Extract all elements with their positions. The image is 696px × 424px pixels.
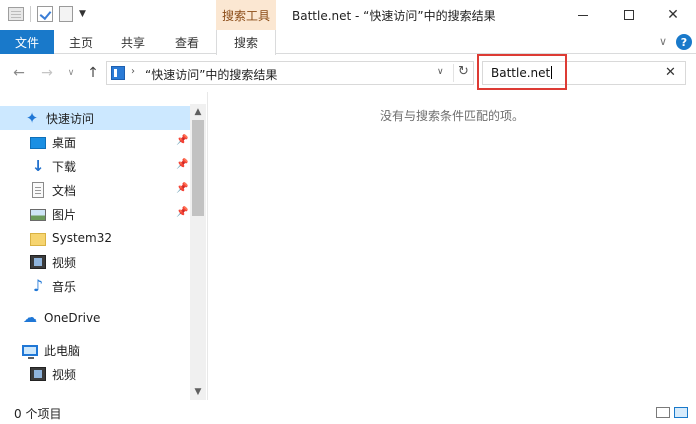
customize-toolbar-chevron-down-icon[interactable]: ▼ [79,9,86,19]
sidebar-item-label: System32 [52,231,113,245]
empty-results-message: 没有与搜索条件匹配的项。 [379,109,524,123]
forward-arrow-icon[interactable]: → [38,65,56,81]
sidebar-item-label: 图片 [52,207,77,222]
navigation-pane: ✦ 快速访问 桌面 📌 ↓ 下载 📌 文档 📌 图片 📌 System32 视频… [0,104,206,400]
minimize-icon [578,14,588,16]
up-arrow-icon[interactable]: ↑ [84,65,102,81]
properties-icon[interactable] [37,6,53,22]
quick-access-toolbar: ▼ [8,6,86,22]
download-icon: ↓ [31,157,45,175]
tab-home[interactable]: 主页 [56,30,106,54]
tab-search[interactable]: 搜索 [216,30,276,55]
scroll-down-chevron-icon[interactable]: ▼ [190,384,206,400]
sidebar-item-label: 此电脑 [44,343,81,358]
document-icon [32,182,44,198]
back-arrow-icon[interactable]: ← [10,65,28,81]
sidebar-item-onedrive[interactable]: ☁ OneDrive [0,306,190,330]
sidebar-item-desktop[interactable]: 桌面 📌 [0,130,190,154]
pane-divider[interactable] [207,92,208,400]
large-icons-view-icon[interactable] [674,407,688,418]
nav-pane-scrollbar[interactable]: ▲ ▼ [190,104,206,400]
search-input[interactable]: Battle.net ✕ [482,61,686,85]
ribbon-tabs: 文件 主页 共享 查看 搜索 ∨ ? [0,30,696,55]
new-folder-icon[interactable] [59,6,73,22]
scroll-up-chevron-icon[interactable]: ▲ [190,104,206,120]
explorer-app-icon[interactable] [8,7,24,21]
video-icon [30,255,46,269]
folder-icon [30,232,46,246]
sidebar-item-downloads[interactable]: ↓ 下载 📌 [0,154,190,178]
cloud-icon: ☁ [23,310,37,326]
sidebar-item-quick-access[interactable]: ✦ 快速访问 [0,106,190,130]
music-icon: ♪ [32,276,44,295]
pin-icon[interactable]: 📌 [176,135,188,146]
expand-ribbon-chevron-down-icon[interactable]: ∨ [656,35,670,49]
sidebar-item-system32[interactable]: System32 [0,226,190,250]
tab-file[interactable]: 文件 [0,30,54,54]
sidebar-item-label: 文档 [52,183,77,198]
context-tab-title: 搜索工具 [216,0,276,30]
sidebar-item-label: 快速访问 [46,111,95,126]
desktop-icon [30,136,46,149]
status-bar: 0 个项目 [0,400,696,424]
sidebar-item-this-pc[interactable]: 此电脑 [0,338,190,362]
maximize-icon [624,10,634,20]
toolbar-divider [30,6,31,22]
search-query-text[interactable]: Battle.net [491,66,553,80]
sidebar-item-label: 下载 [52,159,77,174]
address-history-chevron-down-icon[interactable]: ∨ [437,67,444,77]
sidebar-item-pictures[interactable]: 图片 📌 [0,202,190,226]
text-caret [551,66,553,79]
tab-share[interactable]: 共享 [108,30,158,54]
help-icon[interactable]: ? [676,34,692,50]
window-title: Battle.net - “快速访问”中的搜索结果 [292,9,496,23]
title-bar: ▼ 搜索工具 Battle.net - “快速访问”中的搜索结果 ✕ [0,0,696,30]
quick-access-location-icon [111,66,125,80]
video-icon [30,367,46,381]
details-view-icon[interactable] [656,407,670,418]
sidebar-item-label: 视频 [52,255,77,270]
view-toggle [656,407,688,418]
sidebar-item-documents[interactable]: 文档 📌 [0,178,190,202]
breadcrumb[interactable]: “快速访问”中的搜索结果 [145,66,277,83]
sidebar-item-pc-videos[interactable]: 视频 [0,362,190,386]
star-icon: ✦ [25,109,39,127]
computer-icon [22,345,38,359]
minimize-button[interactable] [560,0,606,30]
address-bar[interactable]: › “快速访问”中的搜索结果 ∨ ↻ [106,61,474,85]
breadcrumb-chevron-right-icon[interactable]: › [131,66,135,77]
sidebar-item-label: OneDrive [44,311,101,325]
sidebar-item-label: 桌面 [52,135,77,150]
tab-view[interactable]: 查看 [160,30,214,54]
search-query-value: Battle.net [491,66,551,80]
clear-search-close-icon[interactable]: ✕ [665,65,676,80]
recent-locations-chevron-down-icon[interactable]: ∨ [62,65,80,81]
item-count: 0 个项目 [14,407,62,421]
sidebar-item-music[interactable]: ♪ 音乐 [0,274,190,298]
maximize-button[interactable] [606,0,652,30]
sidebar-item-videos[interactable]: 视频 [0,250,190,274]
navigation-bar: ← → ∨ ↑ › “快速访问”中的搜索结果 ∨ ↻ Battle.net ✕ [0,55,696,91]
sidebar-item-label: 视频 [52,367,77,382]
pin-icon[interactable]: 📌 [176,183,188,194]
close-icon: ✕ [667,7,679,23]
sidebar-item-label: 音乐 [52,279,77,294]
pin-icon[interactable]: 📌 [176,159,188,170]
refresh-icon[interactable]: ↻ [453,64,473,82]
close-button[interactable]: ✕ [650,0,696,30]
pin-icon[interactable]: 📌 [176,207,188,218]
scrollbar-thumb[interactable] [192,120,204,216]
picture-icon [30,209,46,221]
